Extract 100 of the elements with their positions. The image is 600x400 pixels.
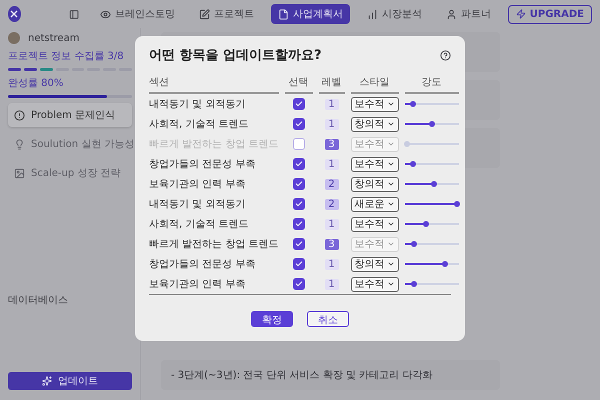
level-badge: 3 — [324, 138, 339, 150]
column-header: 섹션 — [149, 72, 279, 94]
checkmark-icon — [294, 260, 303, 268]
upgrade-button[interactable]: UPGRADE — [508, 4, 592, 24]
slider-thumb[interactable] — [410, 281, 417, 287]
section-label: 창업가들의 전문성 부족 — [149, 258, 256, 272]
slider-thumb[interactable] — [423, 221, 430, 227]
pencil-square-icon — [198, 8, 210, 20]
checkmark-icon — [294, 180, 303, 188]
nav-tab[interactable]: 사업계획서 — [270, 4, 350, 24]
section-label: 내적동기 및 외적동기 — [149, 98, 246, 112]
section-label: 사회적, 기술적 트렌드 — [149, 218, 250, 232]
level-badge: 1 — [324, 258, 339, 270]
database-label: 데이터베이스 — [8, 294, 69, 307]
chevron-down-icon — [386, 180, 395, 188]
chevron-down-icon — [386, 260, 395, 268]
style-dropdown[interactable]: 창의적 — [350, 176, 399, 192]
collect-rate-label: 프로젝트 정보 수집률 3/8 — [8, 50, 125, 63]
slider-thumb[interactable] — [410, 241, 417, 247]
chevron-down-icon — [386, 160, 395, 168]
chevron-down-icon — [386, 100, 395, 108]
level-badge: 1 — [324, 98, 339, 110]
column-header: 강도 — [404, 72, 459, 94]
document-icon — [278, 8, 289, 20]
slider-thumb[interactable] — [428, 121, 435, 127]
style-dropdown[interactable]: 보수적 — [350, 276, 399, 292]
picture-icon — [14, 168, 25, 178]
slider-thumb[interactable] — [410, 161, 416, 167]
checkbox[interactable] — [292, 158, 305, 170]
level-badge: 1 — [324, 218, 339, 230]
slider-thumb[interactable] — [431, 181, 438, 187]
checkmark-icon — [294, 100, 303, 108]
level-badge: 2 — [324, 178, 339, 190]
section-label: 내적동기 및 외적동기 — [149, 198, 246, 212]
slider-thumb[interactable] — [442, 261, 448, 267]
slider-thumb[interactable] — [454, 201, 460, 207]
chevron-down-icon — [386, 140, 395, 148]
style-dropdown[interactable]: 보수적 — [350, 96, 399, 112]
style-dropdown[interactable]: 창의적 — [350, 116, 399, 132]
slider-thumb[interactable] — [410, 101, 416, 107]
checkbox[interactable] — [292, 178, 305, 190]
checkmark-icon — [294, 200, 303, 208]
nav-tab[interactable]: 프로젝트 — [192, 4, 261, 24]
nav-tab[interactable]: 파트너 — [438, 4, 498, 24]
exclamation-icon — [14, 110, 25, 120]
level-badge: 1 — [324, 158, 339, 170]
app-logo[interactable] — [8, 6, 21, 22]
style-dropdown[interactable]: 새로운 — [350, 196, 399, 212]
help-icon[interactable] — [440, 50, 451, 60]
style-dropdown[interactable]: 창의적 — [350, 256, 399, 272]
checkbox[interactable] — [292, 218, 305, 230]
sparkle-icon — [42, 376, 52, 386]
lightning-icon — [516, 9, 526, 19]
column-header: 스타일 — [350, 72, 399, 94]
section-label: 빠르게 발전하는 창업 트렌드 — [149, 238, 279, 252]
avatar — [8, 32, 20, 44]
section-label: 보육기관의 인력 부족 — [149, 178, 246, 192]
bar-chart-icon — [366, 8, 378, 20]
style-dropdown[interactable]: 보수적 — [350, 156, 399, 172]
checkbox[interactable] — [292, 238, 305, 250]
nav-tab[interactable]: 시장분석 — [360, 4, 429, 24]
level-badge: 1 — [324, 278, 339, 290]
chevron-down-icon — [386, 280, 395, 288]
user-name: netstream — [28, 32, 80, 44]
checkbox[interactable] — [292, 98, 305, 110]
person-icon — [446, 8, 457, 20]
sidebar-item[interactable]: Problem 문제인식 — [8, 103, 132, 127]
column-header: 레벨 — [318, 72, 345, 94]
dialog-title: 어떤 항목을 업데이트할까요? — [149, 47, 322, 64]
chevron-down-icon — [386, 220, 395, 228]
section-label: 보육기관의 인력 부족 — [149, 278, 246, 292]
chevron-down-icon — [386, 240, 395, 248]
section-label: 사회적, 기술적 트렌드 — [149, 118, 250, 132]
eye-icon — [100, 8, 111, 20]
confirm-button[interactable]: 확정 — [251, 311, 293, 327]
checkbox[interactable] — [292, 198, 305, 210]
update-button[interactable]: 업데이트 — [8, 372, 132, 390]
slider-thumb[interactable] — [404, 141, 410, 147]
column-header: 선택 — [284, 72, 313, 94]
checkbox[interactable] — [292, 118, 305, 130]
checkmark-icon — [294, 160, 303, 168]
checkbox[interactable] — [292, 258, 305, 270]
chevron-down-icon — [386, 200, 395, 208]
checkmark-icon — [294, 240, 303, 248]
sidebar-toggle-icon[interactable] — [68, 8, 79, 20]
style-dropdown[interactable]: 보수적 — [350, 216, 399, 232]
lightbulb-icon — [14, 138, 25, 150]
level-badge: 2 — [324, 198, 339, 210]
checkmark-icon — [294, 120, 303, 128]
nav-tab[interactable]: 브레인스토밍 — [92, 4, 182, 24]
level-badge: 3 — [324, 238, 339, 250]
checkmark-icon — [294, 220, 303, 228]
completion-label: 완성률 80% — [8, 77, 64, 90]
plan-text: - 3단계(~3년): 전국 단위 서비스 확장 및 카테고리 다각화 — [161, 360, 500, 390]
checkmark-icon — [294, 280, 303, 288]
section-label: 창업가들의 전문성 부족 — [149, 158, 256, 172]
checkbox[interactable] — [292, 278, 305, 290]
section-label: 빠르게 발전하는 창업 트렌드 — [149, 138, 279, 152]
chevron-down-icon — [386, 120, 395, 128]
cancel-button[interactable]: 취소 — [307, 311, 349, 327]
